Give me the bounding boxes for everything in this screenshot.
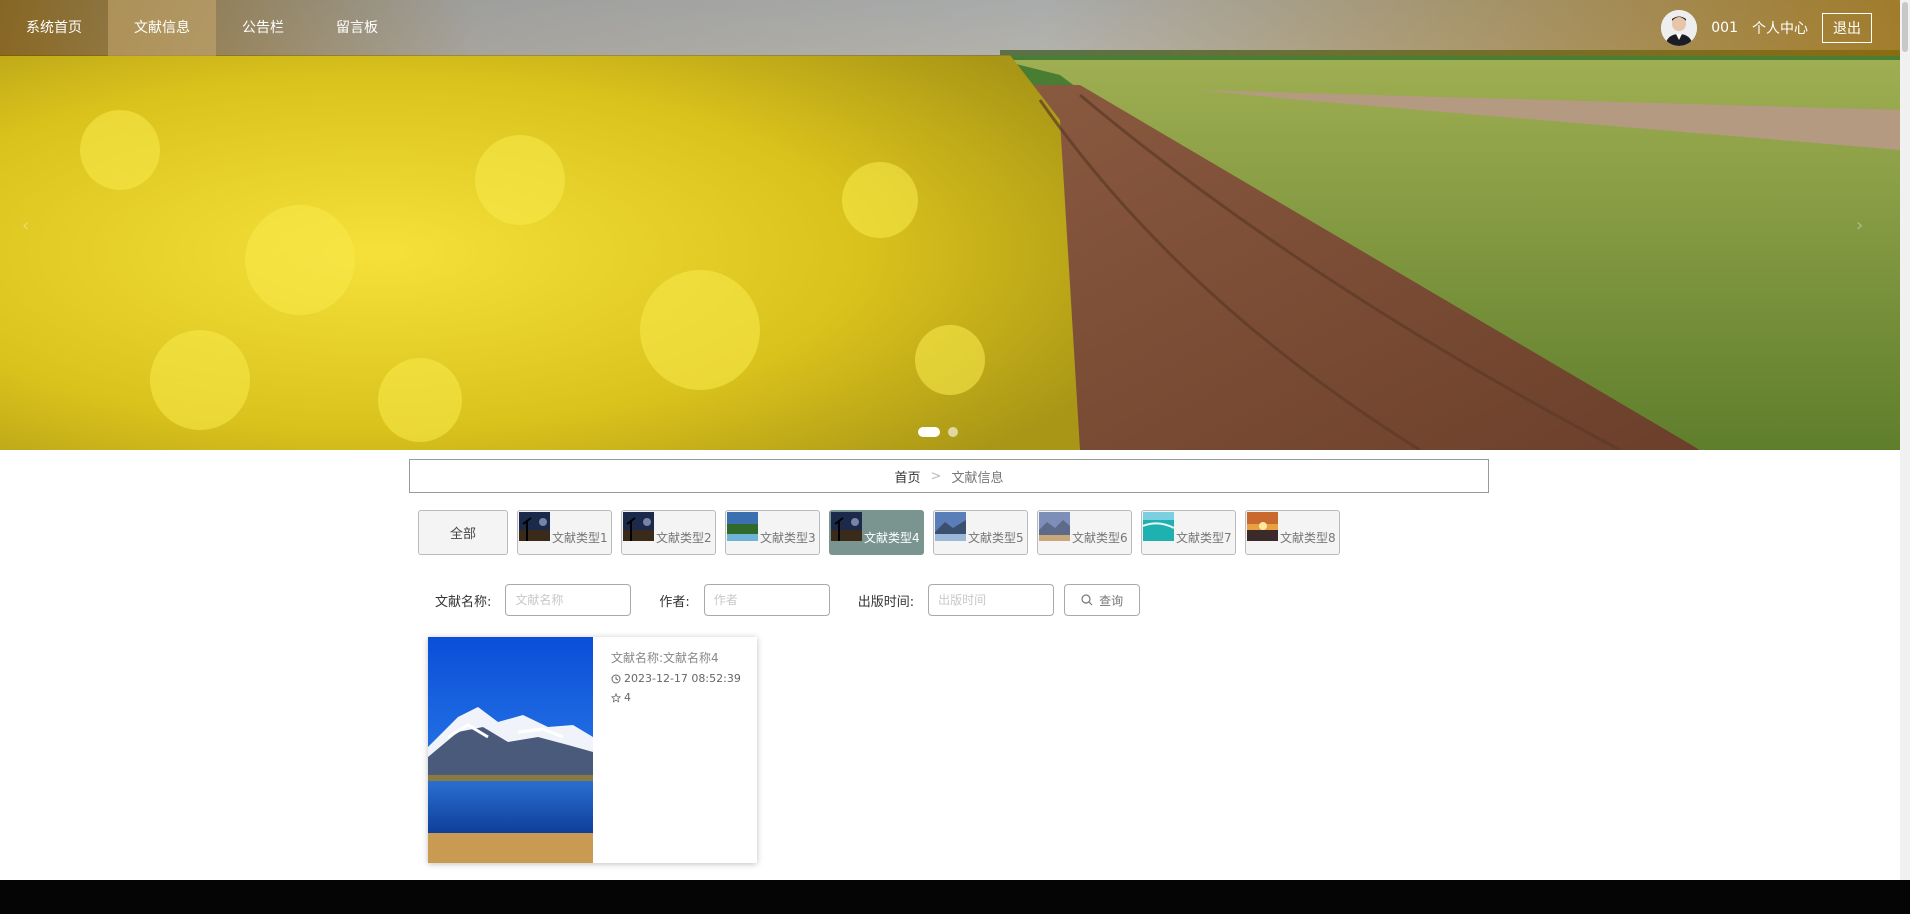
search-button[interactable]: 查询 [1064,584,1141,616]
carousel-indicators [918,427,958,437]
clock-icon [611,674,621,683]
category-chip-7[interactable]: 文献类型7 [1141,510,1236,555]
literature-favorites-value: 4 [624,691,631,704]
category-label-8: 文献类型8 [1280,531,1336,545]
category-thumb-3 [727,512,758,541]
search-date-input[interactable] [928,584,1055,616]
nav-item-messages[interactable]: 留言板 [310,0,404,56]
category-thumb-6 [1039,512,1070,541]
category-chip-8[interactable]: 文献类型8 [1245,510,1340,555]
category-chip-3[interactable]: 文献类型3 [725,510,820,555]
category-thumb-1 [519,512,550,541]
search-author-label: 作者: [659,594,690,610]
category-label-4: 文献类型4 [864,531,920,545]
nav-item-notice[interactable]: 公告栏 [216,0,310,56]
category-all-label: 全部 [449,527,476,542]
user-avatar-icon [1661,10,1698,46]
search-button-label: 查询 [1099,593,1124,608]
username: 001 [1711,20,1738,36]
profile-link[interactable]: 个人中心 [1752,18,1808,38]
breadcrumb-current: 文献信息 [951,470,1004,486]
literature-card-info: 文献名称:文献名称4 2023-12-17 08:52:39 4 [593,637,741,863]
literature-title: 文献名称:文献名称4 [611,651,719,665]
breadcrumb-separator: > [930,468,942,484]
nav-item-home[interactable]: 系统首页 [0,0,108,56]
category-label-7: 文献类型7 [1176,531,1232,545]
search-icon [1081,594,1093,606]
category-thumb-5 [935,512,966,541]
category-chip-2[interactable]: 文献类型2 [621,510,716,555]
category-label-1: 文献类型1 [552,531,608,545]
category-thumb-7 [1143,512,1174,541]
avatar[interactable] [1661,10,1698,46]
category-thumb-2 [623,512,654,541]
logout-button[interactable]: 退出 [1822,13,1872,43]
scrollbar[interactable] [1900,0,1910,880]
top-nav: 系统首页 文献信息 公告栏 留言板 001 个人中心 退出 [0,0,1900,56]
literature-time-value: 2023-12-17 08:52:39 [624,672,741,685]
category-chip-4[interactable]: 文献类型4 [829,510,924,555]
literature-card[interactable]: 文献名称:文献名称4 2023-12-17 08:52:39 4 [428,637,757,863]
category-label-6: 文献类型6 [1072,531,1128,545]
page: ‹ › 系统首页 文献信息 公告栏 留言板 001 个人中心 退出 首页 > 文… [0,0,1910,914]
literature-time: 2023-12-17 08:52:39 [611,672,741,685]
literature-cover-image [428,637,593,863]
nav-item-literature[interactable]: 文献信息 [108,0,216,56]
nav-user-area: 001 个人中心 退出 [1661,10,1900,46]
category-label-3: 文献类型3 [760,531,816,545]
search-date-label: 出版时间: [857,594,915,610]
category-all[interactable]: 全部 [418,510,508,555]
literature-favorites: 4 [611,691,741,704]
category-chip-1[interactable]: 文献类型1 [517,510,612,555]
category-chip-5[interactable]: 文献类型5 [933,510,1028,555]
prev-slide-icon[interactable]: ‹ [22,215,29,236]
search-name-input[interactable] [505,584,632,616]
hero-carousel[interactable]: ‹ › [0,0,1900,450]
star-icon [611,692,621,703]
scrollbar-thumb[interactable] [1902,2,1908,52]
category-filter: 全部 文献类型1 文献类型2 文献类型3 文献类型4 文献类型5 文献类型6 文… [418,510,1340,555]
category-thumb-4 [831,512,862,541]
breadcrumb-home[interactable]: 首页 [895,467,921,486]
category-thumb-8 [1247,512,1278,541]
search-bar: 文献名称: 作者: 出版时间: 查询 [435,584,1141,616]
category-label-5: 文献类型5 [968,531,1024,545]
category-chip-6[interactable]: 文献类型6 [1037,510,1132,555]
next-slide-icon[interactable]: › [1856,215,1863,236]
category-label-2: 文献类型2 [656,531,712,545]
carousel-dot-1[interactable] [918,427,940,437]
search-author-input[interactable] [703,584,830,616]
carousel-dot-2[interactable] [948,427,958,437]
search-name-label: 文献名称: [435,594,492,610]
banner-image [0,0,1900,450]
breadcrumb: 首页 > 文献信息 [409,459,1489,493]
footer [0,880,1910,914]
